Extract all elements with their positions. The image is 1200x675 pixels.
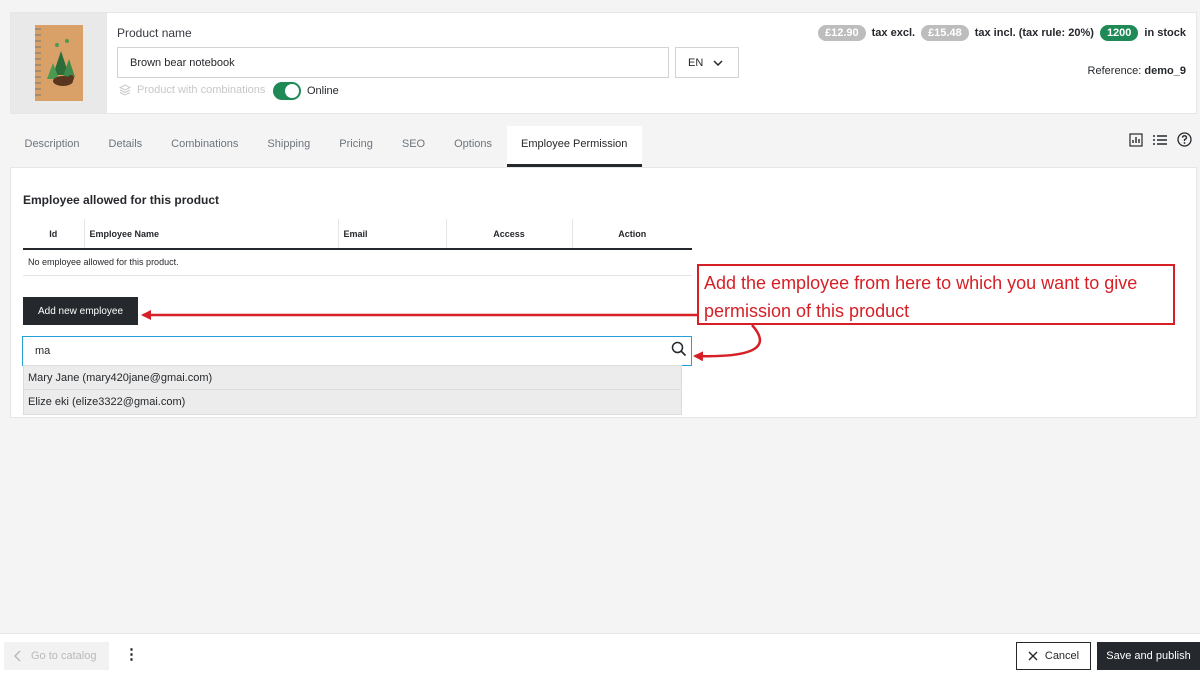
- footer-bar: Go to catalog ⋮ Cancel Save and publish: [0, 633, 1200, 675]
- save-and-publish-button[interactable]: Save and publish: [1097, 642, 1200, 670]
- cancel-label: Cancel: [1044, 650, 1080, 662]
- go-to-catalog-button[interactable]: Go to catalog: [4, 642, 109, 670]
- more-options-icon[interactable]: ⋮: [124, 646, 139, 664]
- close-icon: [1028, 651, 1038, 661]
- go-to-catalog-label: Go to catalog: [31, 650, 97, 662]
- chevron-left-icon: [14, 650, 21, 662]
- cancel-button[interactable]: Cancel: [1016, 642, 1091, 670]
- arrow-to-search-input: [693, 324, 762, 362]
- annotation-arrows: [141, 310, 762, 362]
